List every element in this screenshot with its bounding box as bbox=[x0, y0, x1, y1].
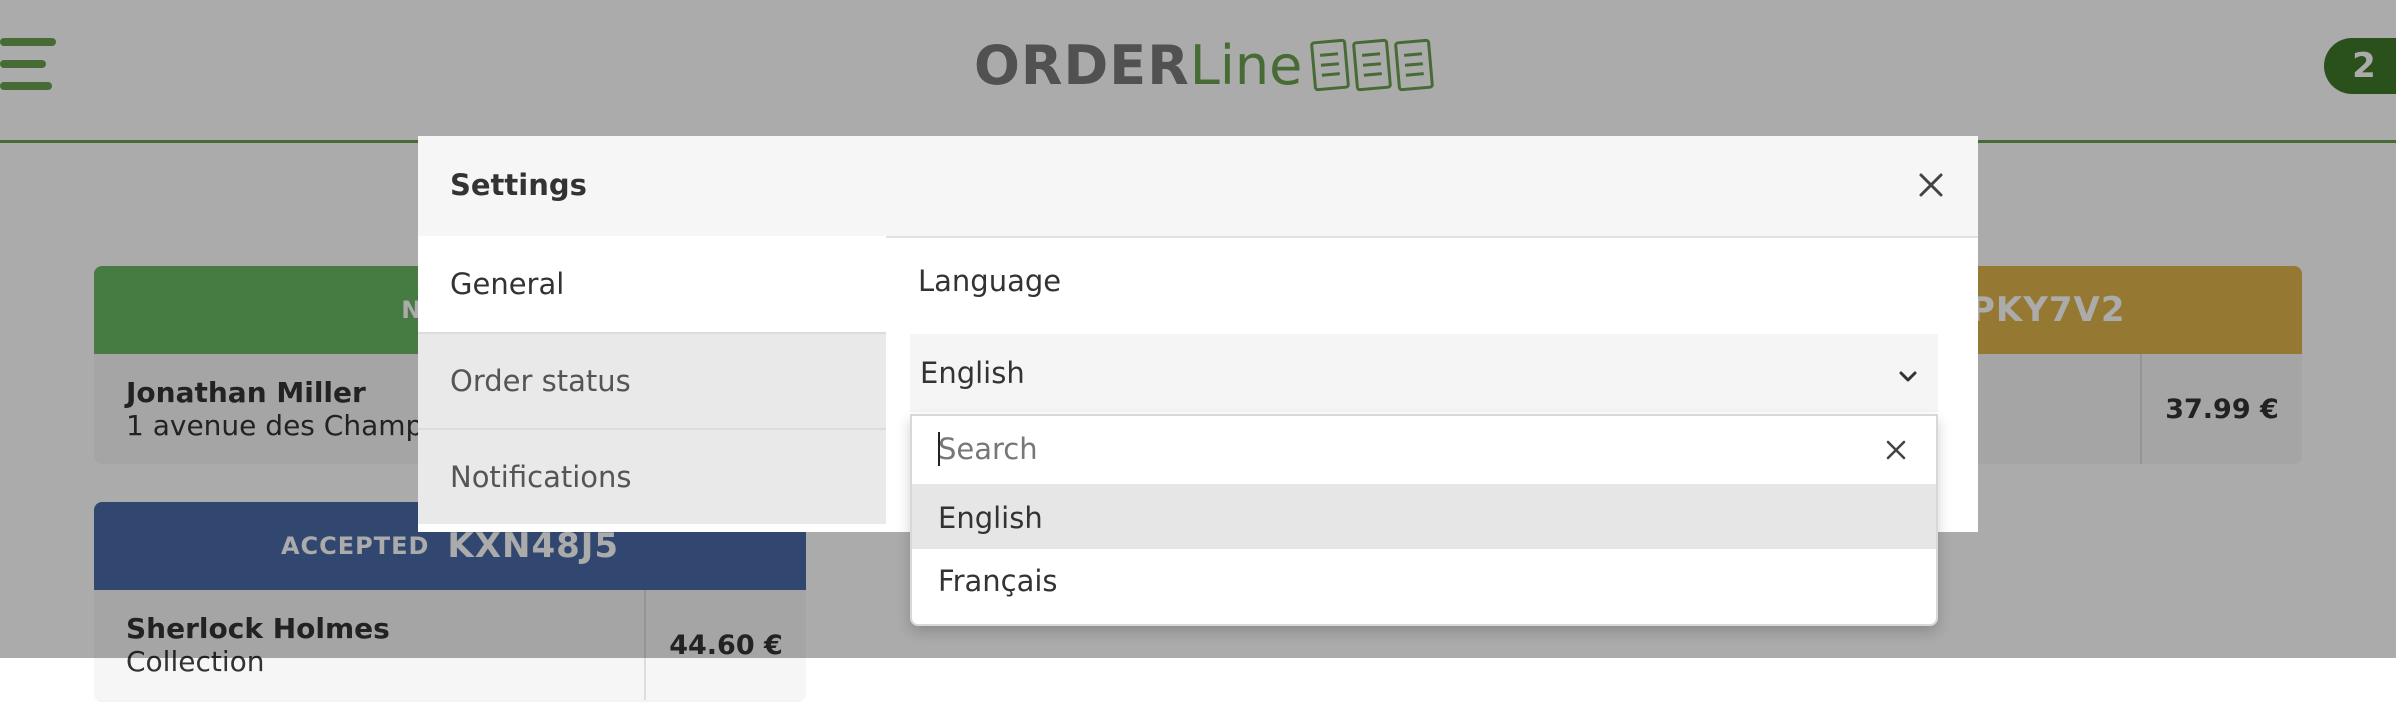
settings-nav: General Order status Notifications bbox=[418, 236, 886, 524]
settings-nav-notifications[interactable]: Notifications bbox=[418, 428, 886, 524]
chevron-down-icon bbox=[1896, 362, 1920, 386]
language-option-english[interactable]: English bbox=[912, 486, 1936, 549]
text-caret bbox=[938, 432, 940, 466]
clear-search-icon[interactable] bbox=[1884, 438, 1908, 462]
language-select[interactable]: English bbox=[910, 334, 1938, 412]
settings-nav-order-status[interactable]: Order status bbox=[418, 332, 886, 428]
language-search-input[interactable] bbox=[938, 426, 1838, 472]
language-label: Language bbox=[918, 264, 1062, 298]
dropdown-search-row bbox=[912, 416, 1936, 486]
modal-title: Settings bbox=[450, 168, 587, 202]
language-select-value: English bbox=[920, 356, 1025, 390]
language-option-francais[interactable]: Français bbox=[912, 549, 1936, 612]
close-icon[interactable] bbox=[1916, 170, 1946, 200]
modal-header: Settings bbox=[418, 136, 1978, 238]
language-dropdown: English Français bbox=[910, 414, 1938, 626]
settings-nav-general[interactable]: General bbox=[418, 236, 886, 332]
